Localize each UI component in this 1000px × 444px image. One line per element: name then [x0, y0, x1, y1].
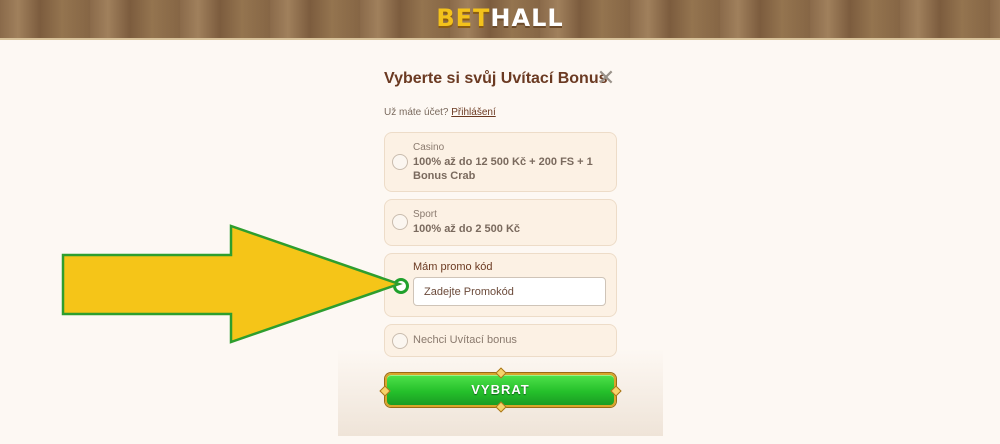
annotation-arrow: [61, 224, 403, 344]
